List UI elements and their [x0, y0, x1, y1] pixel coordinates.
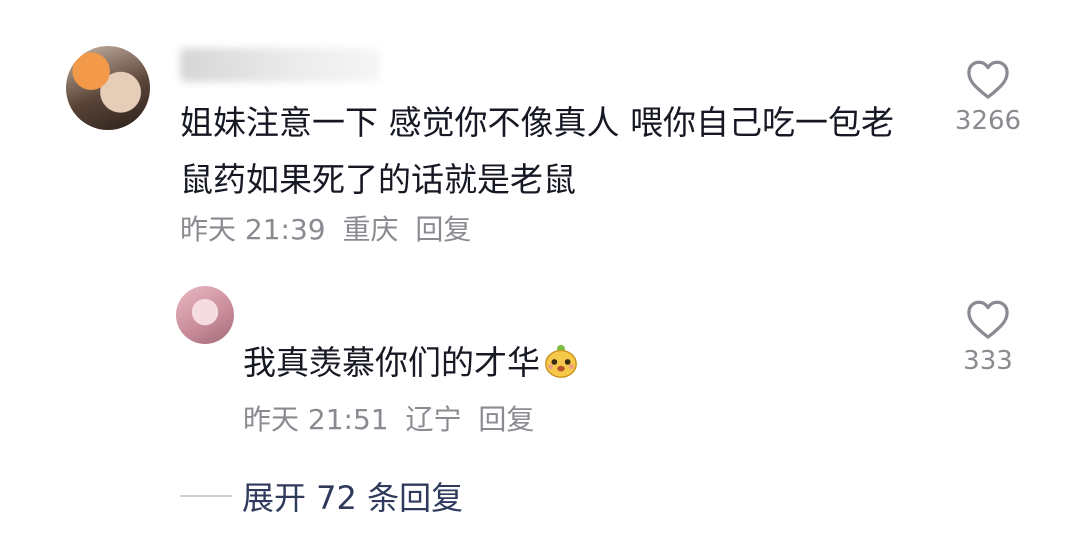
reply-button[interactable]: 回复 — [415, 213, 471, 246]
expand-replies-label[interactable]: 展开 72 条回复 — [242, 473, 463, 519]
comment-location: 辽宁 — [405, 403, 462, 436]
like-button[interactable]: 333 — [948, 298, 1028, 376]
comment-meta: 昨天 21:39 重庆 回复 — [180, 208, 479, 248]
comment-text: 姐妹注意一下 感觉你不像真人 喂你自己吃一包老鼠药如果死了的话就是老鼠 — [180, 103, 894, 199]
username-blurred[interactable] — [180, 48, 380, 82]
comment-text-body: 我真羡慕你们的才华 — [243, 343, 540, 382]
comment-text: 我真羡慕你们的才华 — [243, 334, 883, 391]
user-avatar[interactable] — [176, 286, 234, 344]
comment-time: 昨天 21:51 — [243, 403, 389, 436]
like-count: 333 — [963, 346, 1013, 376]
like-count: 3266 — [954, 106, 1022, 136]
cute-face-emoji — [545, 344, 577, 378]
heart-outline-icon[interactable] — [965, 298, 1011, 340]
comment-time: 昨天 21:39 — [180, 213, 326, 246]
divider-line — [180, 495, 232, 497]
expand-replies[interactable]: 展开 72 条回复 — [180, 473, 463, 519]
user-avatar[interactable] — [66, 46, 150, 130]
comment-meta: 昨天 21:51 辽宁 回复 — [243, 398, 542, 438]
reply-button[interactable]: 回复 — [478, 403, 534, 436]
heart-outline-icon[interactable] — [965, 58, 1011, 100]
like-button[interactable]: 3266 — [948, 58, 1028, 136]
comment-location: 重庆 — [342, 213, 399, 246]
